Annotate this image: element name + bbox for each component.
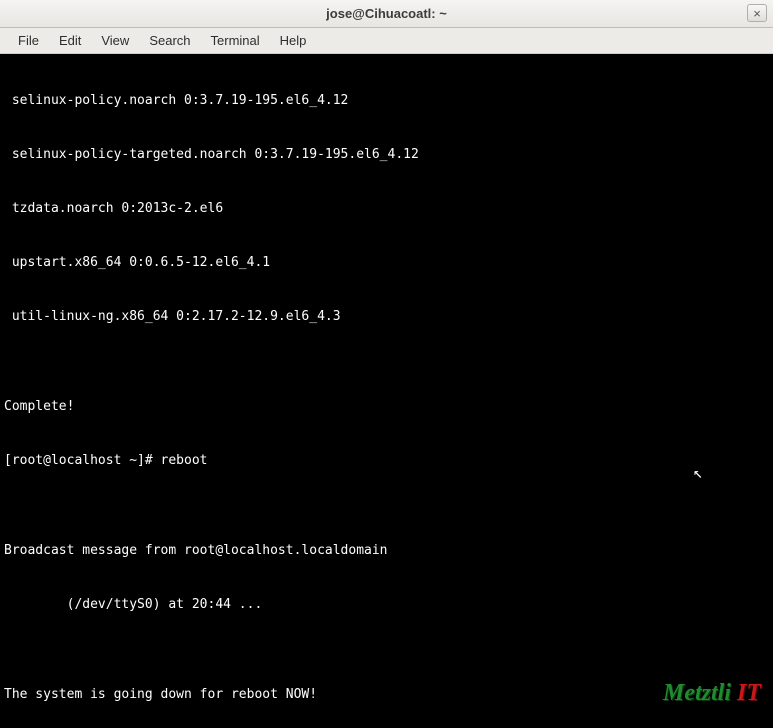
terminal-line: selinux-policy.noarch 0:3.7.19-195.el6_4… — [4, 92, 769, 110]
terminal-line: Broadcast message from root@localhost.lo… — [4, 542, 769, 560]
window-close-button[interactable]: × — [747, 4, 767, 22]
close-icon: × — [753, 6, 761, 21]
terminal-line: tzdata.noarch 0:2013c-2.el6 — [4, 200, 769, 218]
terminal-line: upstart.x86_64 0:0.6.5-12.el6_4.1 — [4, 254, 769, 272]
terminal-area[interactable]: selinux-policy.noarch 0:3.7.19-195.el6_4… — [0, 54, 773, 728]
terminal-line: util-linux-ng.x86_64 0:2.17.2-12.9.el6_4… — [4, 308, 769, 326]
window-titlebar: jose@Cihuacoatl: ~ × — [0, 0, 773, 28]
menubar: File Edit View Search Terminal Help — [0, 28, 773, 54]
menu-search[interactable]: Search — [139, 30, 200, 51]
terminal-line: The system is going down for reboot NOW! — [4, 686, 769, 704]
terminal-line: [root@localhost ~]# reboot — [4, 452, 769, 470]
terminal-line: selinux-policy-targeted.noarch 0:3.7.19-… — [4, 146, 769, 164]
menu-terminal[interactable]: Terminal — [201, 30, 270, 51]
menu-edit[interactable]: Edit — [49, 30, 91, 51]
terminal-line: Complete! — [4, 398, 769, 416]
menu-view[interactable]: View — [91, 30, 139, 51]
menu-help[interactable]: Help — [270, 30, 317, 51]
menu-file[interactable]: File — [8, 30, 49, 51]
window-title: jose@Cihuacoatl: ~ — [326, 6, 447, 21]
terminal-line: (/dev/ttyS0) at 20:44 ... — [4, 596, 769, 614]
